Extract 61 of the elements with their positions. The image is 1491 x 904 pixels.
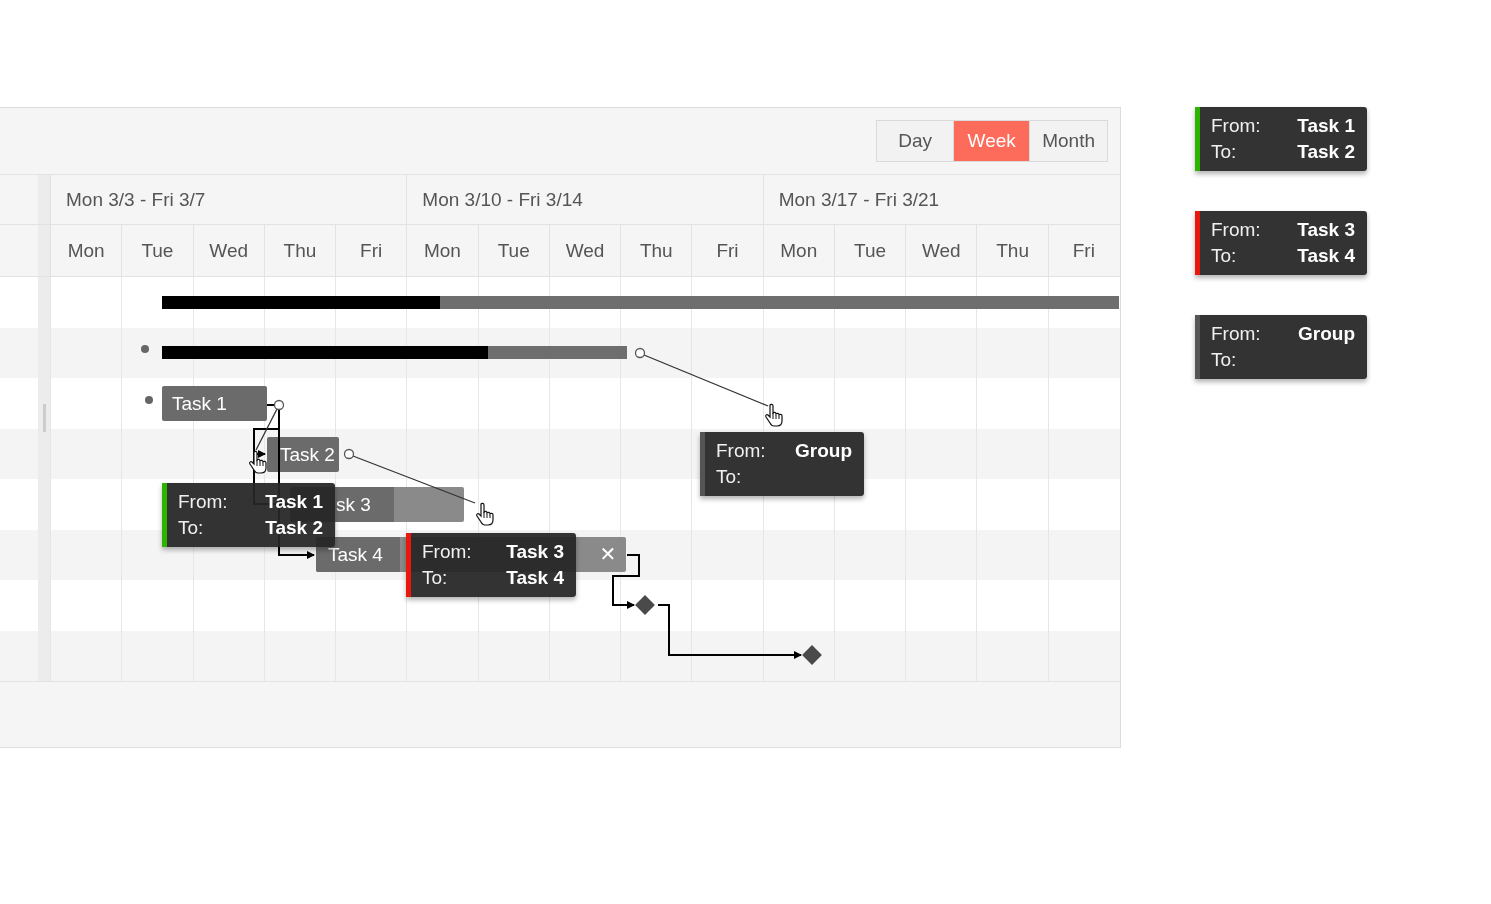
day-header: Tue xyxy=(497,239,530,262)
day-header: Thu xyxy=(996,239,1029,262)
day-header: Wed xyxy=(921,239,961,262)
day-header: Mon xyxy=(423,239,461,262)
tooltip-label: To: xyxy=(716,466,743,488)
tooltip-value: Task 4 xyxy=(506,567,564,589)
task-bar[interactable]: Task 1 xyxy=(162,386,267,421)
tooltip-value: Task 1 xyxy=(1297,115,1355,137)
link-handle[interactable] xyxy=(634,347,646,359)
link-handle[interactable] xyxy=(343,448,355,460)
task-label: Task 1 xyxy=(172,392,227,415)
day-header: Fri xyxy=(360,239,383,262)
day-header: Thu xyxy=(639,239,673,262)
view-tab[interactable]: Month xyxy=(1029,121,1107,161)
day-header: Tue xyxy=(141,239,174,262)
tooltip-label: To: xyxy=(1211,141,1238,163)
tooltip-value: Task 3 xyxy=(1297,219,1355,241)
hand-cursor-icon xyxy=(249,450,267,474)
dependency-connector xyxy=(612,554,640,609)
view-tab[interactable]: Week xyxy=(953,121,1030,161)
day-header: Mon xyxy=(780,239,818,262)
tooltip-label: From: xyxy=(1211,115,1262,137)
tooltip-label: From: xyxy=(1211,323,1262,345)
tooltip-value: Group xyxy=(1298,323,1355,345)
task-bar[interactable]: Task 2 xyxy=(267,437,339,472)
link-handle[interactable] xyxy=(273,399,285,411)
tooltip-label: From: xyxy=(178,491,229,513)
summary-bar[interactable] xyxy=(162,346,627,359)
tooltip-value: Task 2 xyxy=(1297,141,1355,163)
day-header: Mon xyxy=(67,239,105,262)
task-label: Task 4 xyxy=(328,543,383,566)
tooltip-label: From: xyxy=(1211,219,1262,241)
tooltip-value: Task 3 xyxy=(506,541,564,563)
drag-line xyxy=(255,408,278,451)
summary-bar[interactable] xyxy=(162,296,1119,309)
tooltip-label: To: xyxy=(1211,349,1238,371)
tooltip-label: To: xyxy=(422,567,449,589)
tooltip-label: From: xyxy=(422,541,473,563)
day-header: Thu xyxy=(283,239,317,262)
tooltip-label: To: xyxy=(1211,245,1238,267)
week-header: Mon 3/10 - Fri 3/14 xyxy=(422,188,583,211)
day-header: Fri xyxy=(1072,239,1095,262)
splitter-handle[interactable] xyxy=(43,404,46,432)
task-label: sk 3 xyxy=(336,493,371,516)
hand-cursor-icon xyxy=(765,403,783,427)
week-header: Mon 3/3 - Fri 3/7 xyxy=(66,188,206,211)
tooltip-value: Group xyxy=(795,440,852,462)
day-header: Wed xyxy=(209,239,249,262)
tooltip-value: Task 4 xyxy=(1297,245,1355,267)
day-header: Wed xyxy=(565,239,605,262)
task-label: Task 2 xyxy=(280,443,335,466)
day-header: Fri xyxy=(716,239,739,262)
day-header: Tue xyxy=(854,239,887,262)
view-tab[interactable]: Day xyxy=(877,121,954,161)
week-header: Mon 3/17 - Fri 3/21 xyxy=(778,188,940,211)
tooltip-label: From: xyxy=(716,440,767,462)
hand-cursor-icon xyxy=(476,502,494,526)
tooltip-label: To: xyxy=(178,517,205,539)
bullet-icon xyxy=(145,396,153,404)
bullet-icon xyxy=(141,345,149,353)
delete-button[interactable]: ✕ xyxy=(596,542,620,566)
